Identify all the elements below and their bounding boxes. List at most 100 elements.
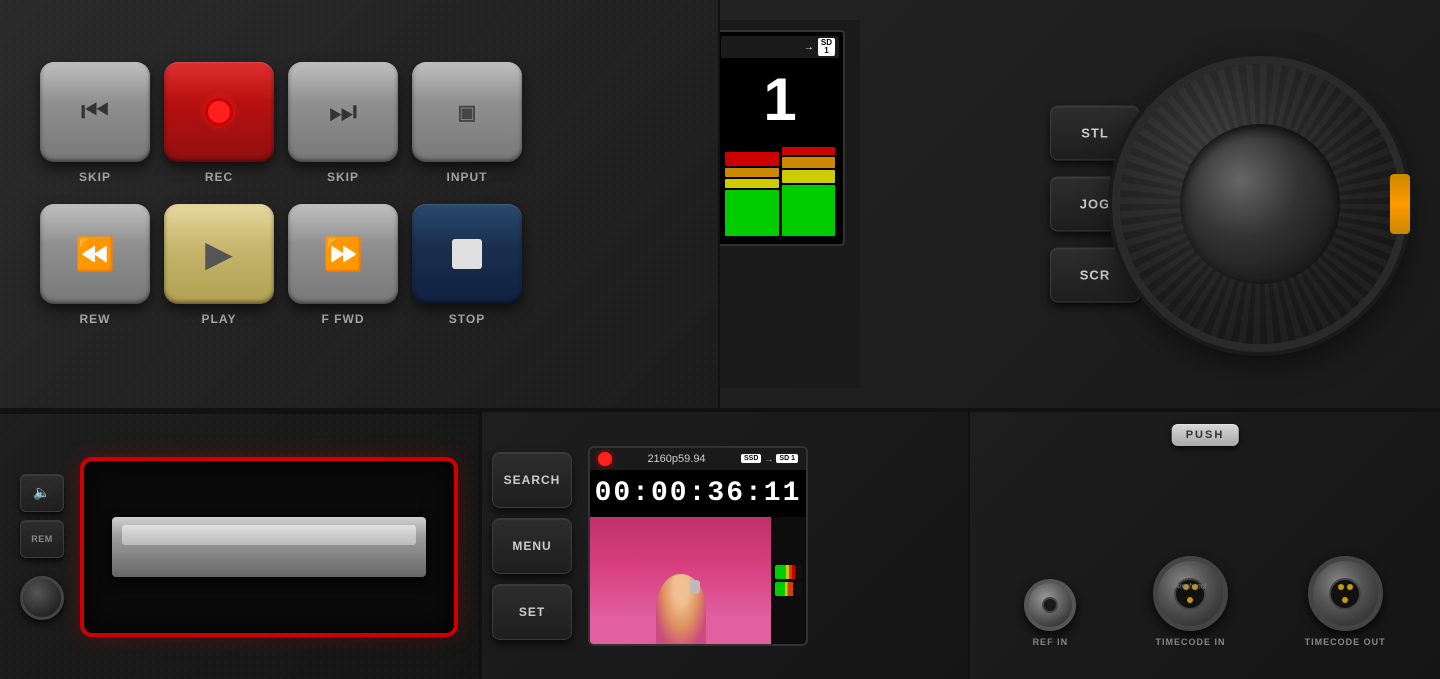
ffwd-button-group: ⏩ F FWD: [288, 204, 398, 326]
card-slot-area: [80, 457, 458, 637]
jog-dial[interactable]: [1120, 64, 1400, 344]
side-buttons: 🔈 REM: [20, 474, 64, 620]
jog-orange-accent: [1390, 174, 1410, 234]
stop-icon: [452, 239, 482, 269]
nav-buttons: SEARCH MENU SET: [492, 452, 572, 640]
skip-fwd-button[interactable]: ⏭: [288, 62, 398, 162]
rew-button-group: ⏪ REW: [40, 204, 150, 326]
ffwd-label: F FWD: [322, 312, 365, 326]
menu-button[interactable]: MENU: [492, 518, 572, 574]
speaker-icon: 🔈: [33, 484, 50, 501]
timecode-in-label: TIMECODE IN: [1155, 637, 1225, 647]
lcd-header: 2160p59.94 SSD → SD SD 11: [590, 448, 806, 470]
xlr-out-pin-2: [1347, 584, 1353, 590]
vu-green-1: [725, 190, 779, 236]
bottom-row: 🔈 REM SEARCH: [0, 410, 1440, 679]
play-label: PLAY: [202, 312, 237, 326]
rew-icon: ⏪: [75, 235, 115, 273]
top-right-content: → SD 1 1: [740, 20, 1420, 388]
transport-controls-panel: ⏮ SKIP REC ⏭ SKIP ▣ INPUT: [0, 0, 720, 410]
jog-center: [1180, 124, 1340, 284]
stop-button-group: STOP: [412, 204, 522, 326]
rec-button-group: REC: [164, 62, 274, 184]
push-button[interactable]: PUSH: [1172, 424, 1239, 446]
input-icon: ▣: [458, 100, 477, 125]
skip-fwd-icon: ⏭: [329, 93, 358, 131]
vu-red-1: [725, 152, 779, 166]
input-button-group: ▣ INPUT: [412, 62, 522, 184]
vu-yellow-1: [725, 179, 779, 188]
timecode-in-group: Amphenol TIMECODE IN: [1153, 556, 1228, 647]
storage-indicator: SSD → SD SD 11: [741, 454, 798, 464]
lcd-vu-bar-1: [775, 565, 802, 579]
scr-button[interactable]: SCR: [1050, 248, 1140, 303]
xlr-out-pins: [1329, 578, 1361, 610]
play-icon: ▶: [205, 233, 233, 275]
card-insert: [112, 517, 427, 577]
speaker-button-group: 🔈: [20, 474, 64, 512]
skip-back-button[interactable]: ⏮: [40, 62, 150, 162]
vu-red-2: [782, 147, 836, 154]
ref-in-label: REF IN: [1033, 637, 1069, 647]
jog-control-panel: → SD 1 1: [720, 0, 1440, 410]
xlr-out-pin-1: [1338, 584, 1344, 590]
storage-dest: SD SD 11: [776, 454, 798, 463]
vu-orange-2: [782, 157, 836, 168]
lcd-vu-bar-2: [775, 582, 802, 596]
timecode-out-label: TIMECODE OUT: [1305, 637, 1386, 647]
mini-vu-meters: [721, 140, 839, 240]
rem-button-group: REM: [20, 520, 64, 558]
timecode-display: 00:00:36:11: [590, 470, 806, 517]
bnc-center: [1042, 597, 1058, 613]
connectors-panel: PUSH REF IN Amphenol: [970, 412, 1440, 679]
format-text: 2160p59.94: [647, 453, 705, 465]
ref-in-group: REF IN: [1024, 579, 1076, 647]
stop-button[interactable]: [412, 204, 522, 304]
xlr-pins: [1174, 578, 1206, 610]
skip-fwd-button-group: ⏭ SKIP: [288, 62, 398, 184]
lcd-vu-fill-2: [775, 582, 793, 596]
vu-green-2: [782, 185, 836, 236]
sd-number: 1: [824, 47, 828, 55]
input-label: INPUT: [447, 170, 488, 184]
ref-in-connector: [1024, 579, 1076, 631]
rec-indicator: [598, 452, 612, 466]
play-button[interactable]: ▶: [164, 204, 274, 304]
skip-back-button-group: ⏮ SKIP: [40, 62, 150, 184]
mini-lcd-screen: → SD 1 1: [720, 30, 845, 246]
xlr-pin-3: [1187, 597, 1193, 603]
lcd-vu-bars: [771, 517, 806, 644]
rec-label: REC: [205, 170, 233, 184]
rem-button[interactable]: REM: [20, 520, 64, 558]
skip-fwd-label: SKIP: [327, 170, 359, 184]
rew-button[interactable]: ⏪: [40, 204, 150, 304]
xlr-out-pin-3: [1342, 597, 1348, 603]
mini-lcd-panel: → SD 1 1: [720, 20, 860, 388]
lcd-nav-panel: SEARCH MENU SET 2160p59.94 SSD → S: [480, 412, 970, 679]
storage-type: SSD: [741, 454, 761, 463]
lcd-vu-fill-1: [775, 565, 795, 579]
ffwd-button[interactable]: ⏩: [288, 204, 398, 304]
vu-yellow-2: [782, 170, 836, 184]
knob-group: [20, 576, 64, 620]
rec-button[interactable]: [164, 62, 274, 162]
stl-button[interactable]: STL: [1050, 106, 1140, 161]
search-button[interactable]: SEARCH: [492, 452, 572, 508]
button-row-1: ⏮ SKIP REC ⏭ SKIP ▣ INPUT: [40, 62, 522, 184]
vu-bar-1: [725, 144, 779, 236]
speaker-button[interactable]: 🔈: [20, 474, 64, 512]
play-button-group: ▶ PLAY: [164, 204, 274, 326]
vu-bar-2: [782, 144, 836, 236]
arrow-indicator: →: [804, 42, 814, 53]
skip-back-label: SKIP: [79, 170, 111, 184]
lcd-preview-area: [590, 517, 806, 644]
connectors-row: REF IN Amphenol TIMECODE IN: [986, 424, 1424, 667]
set-button[interactable]: SET: [492, 584, 572, 640]
input-button[interactable]: ▣: [412, 62, 522, 162]
rec-icon: [205, 98, 233, 126]
button-row-2: ⏪ REW ▶ PLAY ⏩ F FWD STOP: [40, 204, 522, 326]
sd-badge: SD 1: [818, 38, 835, 56]
main-lcd: 2160p59.94 SSD → SD SD 11 00:00:36:11: [588, 446, 808, 646]
timecode-out-connector: [1308, 556, 1383, 631]
volume-knob[interactable]: [20, 576, 64, 620]
